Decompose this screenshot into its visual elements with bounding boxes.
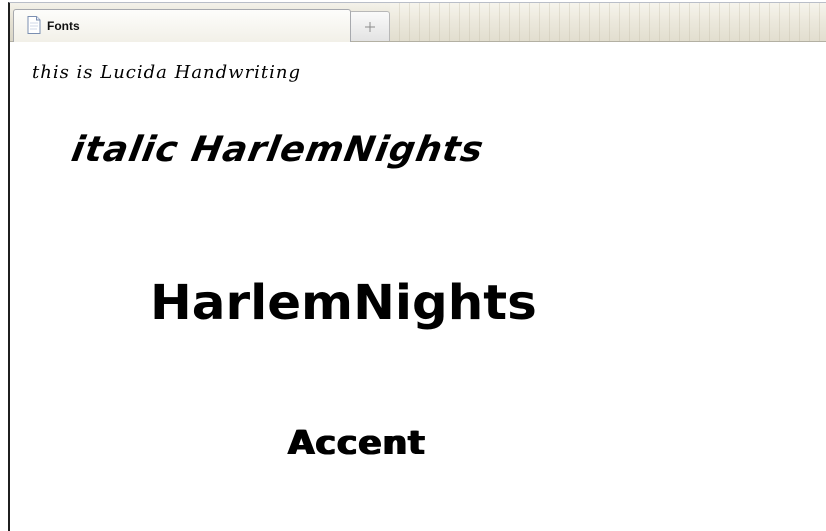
italic-harlemnights-text: italic HarlemNights — [68, 130, 487, 170]
plus-icon — [364, 20, 376, 32]
harlemnights-text: HarlemNights — [150, 275, 537, 331]
document-icon — [26, 15, 42, 35]
tab-fonts[interactable]: Fonts — [13, 9, 351, 42]
tab-title: Fonts — [47, 19, 80, 33]
browser-window: Fonts this is Lucida Handwriting italic … — [8, 2, 826, 531]
lucida-handwriting-text: this is Lucida Handwriting — [32, 62, 302, 83]
accent-text: Accent — [288, 423, 426, 462]
page-content: this is Lucida Handwriting italic Harlem… — [10, 42, 826, 531]
new-tab-button[interactable] — [349, 11, 390, 41]
tab-strip: Fonts — [10, 3, 826, 42]
